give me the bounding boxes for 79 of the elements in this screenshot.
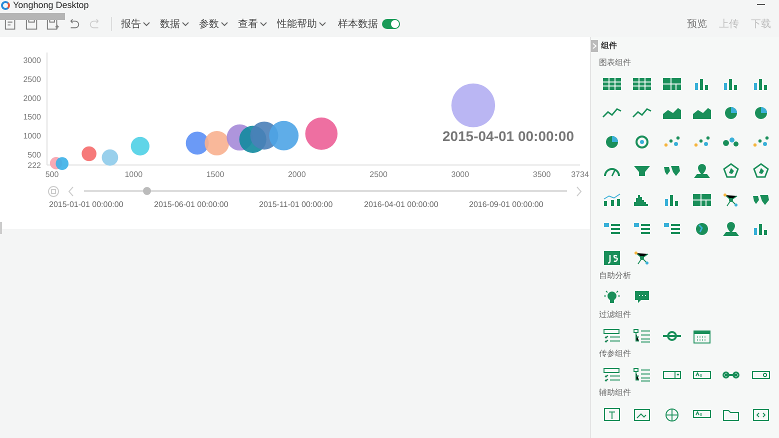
save-as-icon[interactable] [46, 17, 60, 31]
caret-icon [260, 22, 267, 26]
calendar-icon[interactable] [692, 328, 712, 344]
radar-icon[interactable] [751, 163, 772, 179]
list-icon[interactable] [632, 221, 652, 237]
bubble[interactable] [204, 130, 230, 156]
script-icon[interactable] [602, 250, 622, 266]
tree-list-icon[interactable] [632, 328, 652, 344]
timeline-track[interactable] [84, 190, 567, 192]
x-tick-label: 1000 [124, 170, 143, 179]
menu-button[interactable]: 报告 [121, 16, 150, 32]
image-icon[interactable] [632, 406, 652, 422]
y-tick-label: 2000 [23, 94, 41, 103]
caret-icon [319, 22, 326, 26]
time-annotation: 2015-04-01 00:00:00 [442, 128, 574, 144]
map-pin-icon[interactable] [692, 163, 712, 179]
timeline-label: 2015-01-01 00:00:00 [49, 199, 124, 211]
x-tick-label: 500 [45, 170, 59, 179]
section-title: 图表组件 [599, 58, 632, 68]
save-icon[interactable] [25, 17, 39, 31]
app-logo-icon [1, 1, 10, 10]
y-tick-label: 1500 [23, 112, 41, 122]
radar-icon[interactable] [721, 163, 742, 179]
combo-chart-icon[interactable] [602, 192, 622, 208]
bubble[interactable] [56, 157, 68, 170]
bubble[interactable] [269, 120, 299, 150]
menu-button[interactable]: 数据 [160, 16, 189, 32]
menu-button[interactable]: 性能帮助 [277, 16, 326, 32]
caret-icon [182, 22, 189, 26]
y-tick-label: 2500 [23, 74, 41, 84]
x-tick-label: 1500 [206, 170, 224, 179]
table-icon[interactable] [632, 76, 652, 92]
caret-icon [143, 22, 150, 26]
toolbar-action-link[interactable]: 预览 [687, 16, 707, 32]
title-bar-highlight [0, 13, 65, 20]
treemap-icon[interactable] [692, 192, 712, 208]
text-box-icon[interactable] [602, 406, 622, 422]
section-title: 传参组件 [599, 349, 632, 359]
section-title: 过滤组件 [599, 310, 632, 320]
menu-button[interactable]: 查看 [238, 16, 267, 32]
checklist-icon[interactable] [602, 328, 622, 344]
embed-icon[interactable] [751, 406, 772, 422]
lightbulb-icon[interactable] [602, 289, 622, 305]
area-chart-icon[interactable] [692, 105, 712, 121]
tree-list-icon[interactable] [632, 367, 652, 383]
x-tick-label: 3734 [571, 170, 589, 179]
list-icon[interactable] [602, 221, 622, 237]
list-icon[interactable] [662, 221, 682, 237]
timeline-label: 2016-04-01 00:00:00 [364, 199, 440, 211]
timeline-label: 2015-11-01 00:00:00 [259, 199, 334, 211]
y-tick-label: 3000 [23, 56, 41, 65]
timeline-label: 2015-06-01 00:00:00 [154, 199, 230, 211]
table-icon[interactable] [602, 76, 622, 92]
y-tick-label: 500 [28, 150, 41, 160]
x-tick-label: 2000 [288, 170, 306, 179]
bubble[interactable] [186, 132, 209, 155]
section-title: 自助分析 [599, 271, 632, 281]
slider-icon[interactable] [662, 328, 682, 344]
treemap-icon[interactable] [662, 76, 682, 92]
bubble[interactable] [82, 146, 96, 162]
timeline-label: 2016-09-01 00:00:00 [469, 199, 544, 211]
x-tick-label: 2500 [370, 170, 388, 179]
x-tick-label: 3500 [532, 170, 551, 179]
area-chart-icon[interactable] [662, 105, 682, 121]
sample-data-toggle[interactable] [382, 19, 400, 29]
new-report-icon[interactable] [4, 17, 18, 31]
window-title: Yonghong Desktop [13, 1, 89, 10]
map-pin-icon[interactable] [721, 221, 742, 237]
y-tick-label: 222 [28, 161, 41, 170]
caret-icon [221, 22, 228, 26]
section-title: 辅助组件 [599, 388, 632, 398]
funnel-icon[interactable] [632, 163, 652, 179]
menu-button[interactable]: 参数 [199, 16, 228, 32]
panel-title: 组件 [601, 40, 617, 52]
toggle-label: 样本数据 [338, 18, 378, 32]
x-tick-label: 3000 [451, 170, 470, 179]
y-tick-label: 1000 [23, 132, 41, 141]
checklist-icon[interactable] [602, 367, 622, 383]
bubble[interactable] [305, 118, 338, 150]
